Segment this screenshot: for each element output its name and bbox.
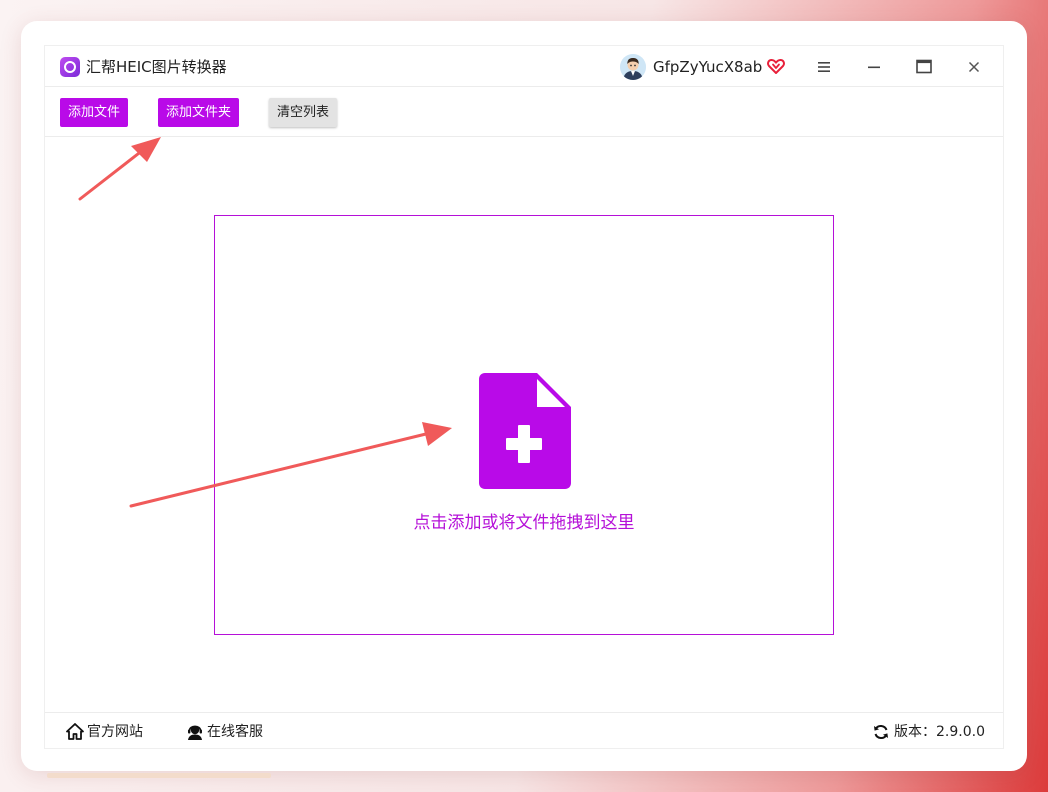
home-icon xyxy=(66,723,84,740)
file-add-icon[interactable] xyxy=(479,373,571,489)
app-title: 汇帮HEIC图片转换器 xyxy=(86,58,227,76)
title-bar: 汇帮HEIC图片转换器 GfpZyYucX8ab xyxy=(45,46,1003,87)
username[interactable]: GfpZyYucX8ab xyxy=(653,57,762,77)
app-window: 汇帮HEIC图片转换器 GfpZyYucX8ab 添加文件 添加文件夹 清空列表… xyxy=(45,46,1003,748)
add-file-button[interactable]: 添加文件 xyxy=(60,98,129,127)
vip-heart-icon[interactable] xyxy=(767,57,785,75)
add-folder-button[interactable]: 添加文件夹 xyxy=(158,98,240,127)
refresh-icon[interactable] xyxy=(873,724,889,740)
drop-hint-text: 点击添加或将文件拖拽到这里 xyxy=(413,513,635,533)
footer: 官方网站 在线客服 版本： 2.9.0.0 xyxy=(45,712,1003,748)
file-drop-zone[interactable]: 点击添加或将文件拖拽到这里 xyxy=(214,215,834,635)
version-label: 版本： xyxy=(894,724,936,740)
clear-list-button[interactable]: 清空列表 xyxy=(269,98,338,127)
background-strip xyxy=(47,773,271,778)
version-number: 2.9.0.0 xyxy=(936,724,985,740)
online-support-label: 在线客服 xyxy=(207,724,263,740)
official-website-label: 官方网站 xyxy=(87,724,143,740)
customer-service-icon xyxy=(188,725,202,740)
avatar[interactable] xyxy=(620,54,646,80)
maximize-icon[interactable] xyxy=(913,56,935,78)
close-icon[interactable] xyxy=(963,56,985,78)
toolbar: 添加文件 添加文件夹 清空列表 xyxy=(45,87,1003,137)
minimize-icon[interactable] xyxy=(863,56,885,78)
hamburger-menu-icon[interactable] xyxy=(813,56,835,78)
app-logo-icon xyxy=(60,57,80,77)
